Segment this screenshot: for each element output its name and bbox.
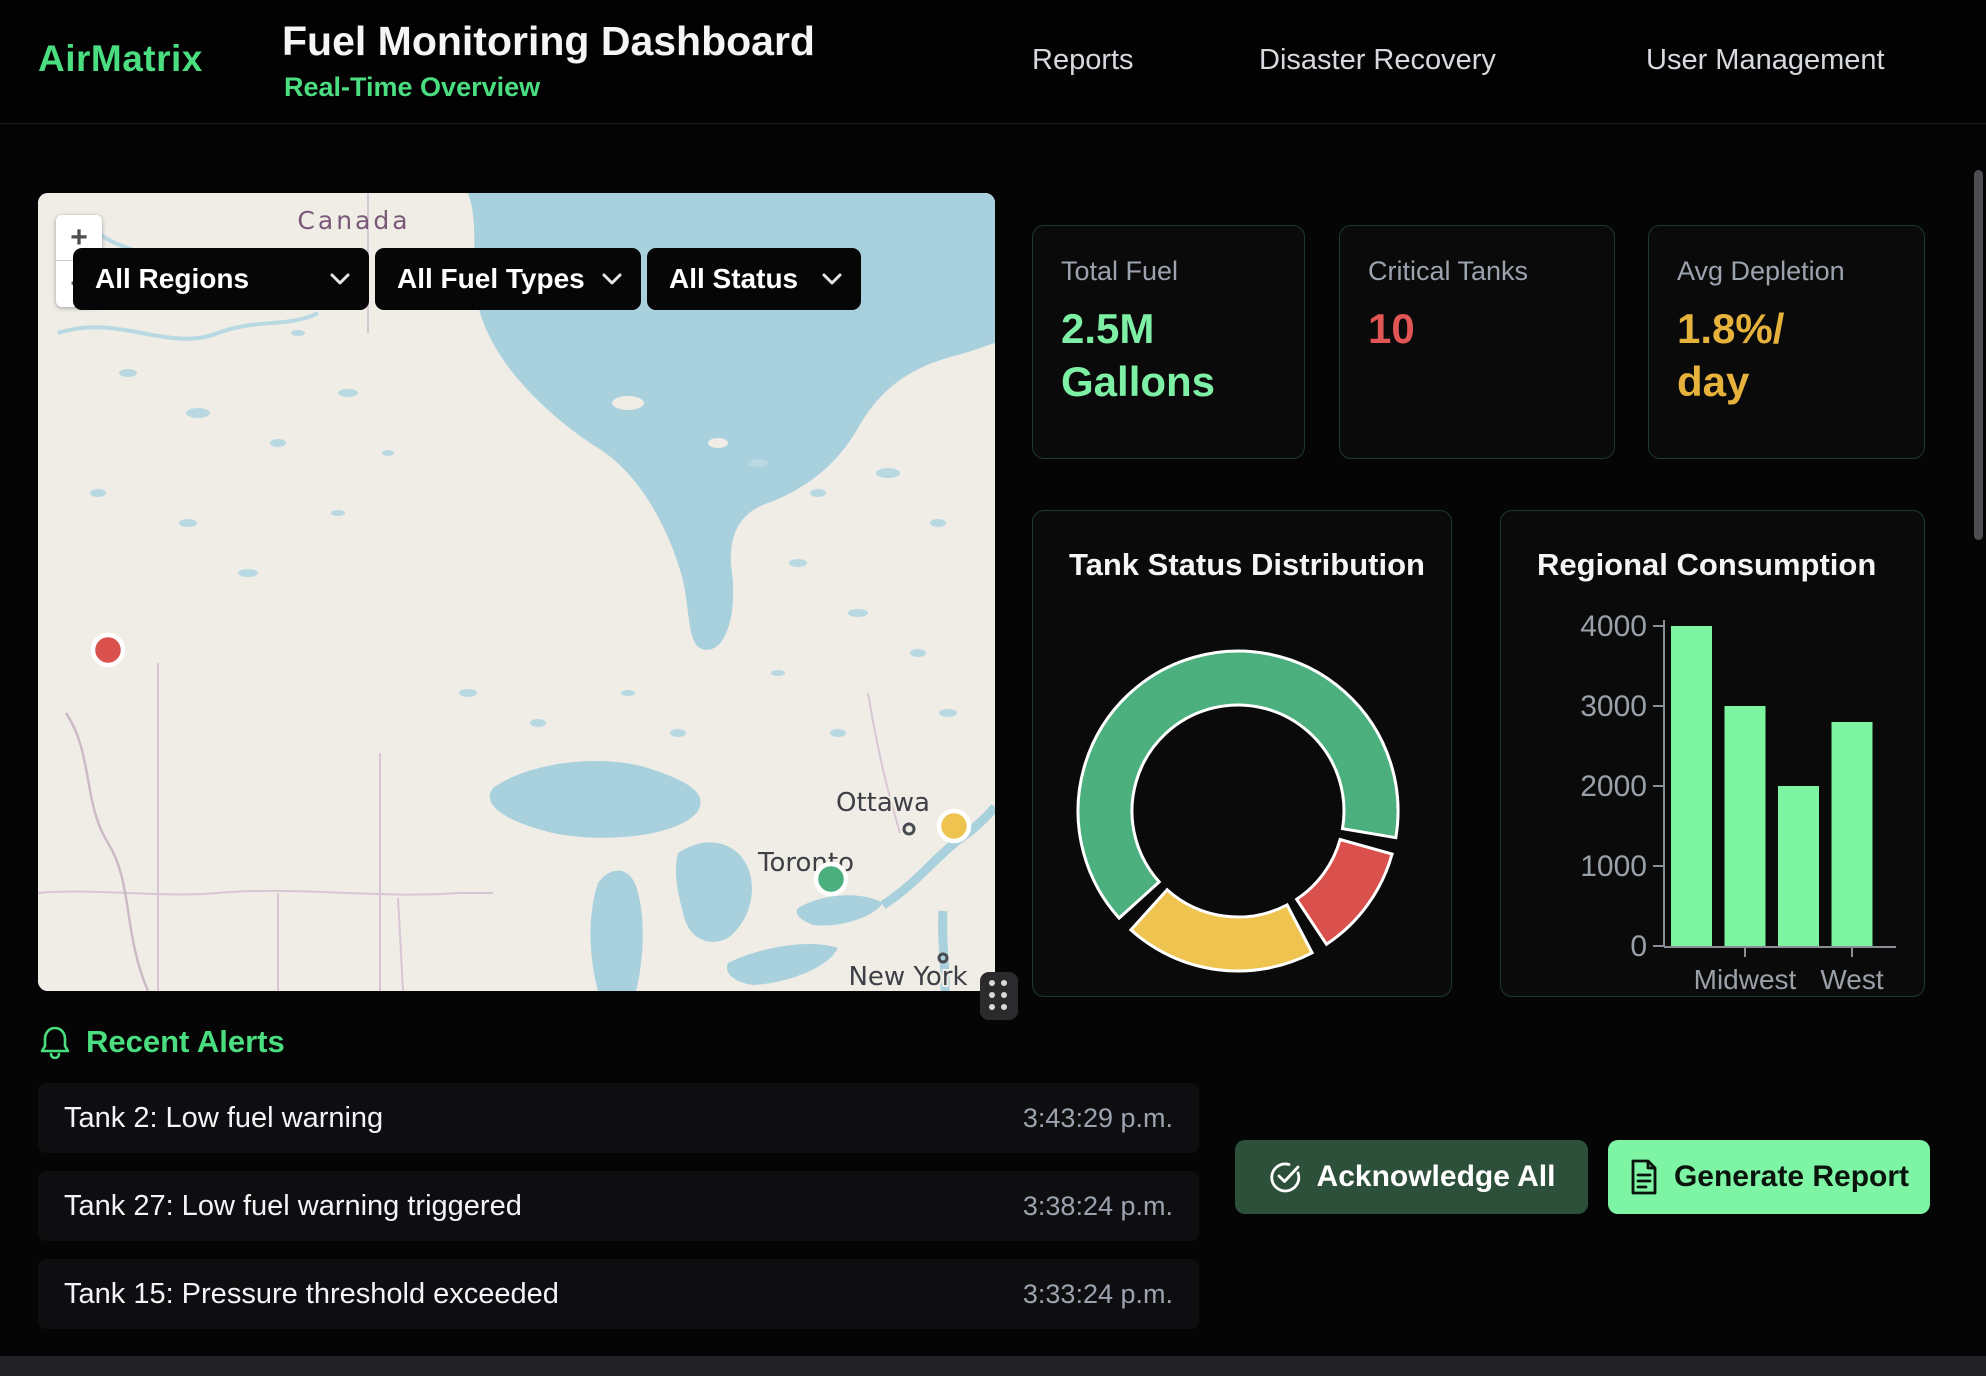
bar-3 [1832, 722, 1873, 946]
stat-label: Avg Depletion [1677, 256, 1896, 287]
report-document-icon [1629, 1159, 1659, 1195]
scrollbar-thumb[interactable] [1974, 170, 1983, 540]
svg-text:West: West [1820, 964, 1883, 995]
alert-message: Tank 2: Low fuel warning [64, 1102, 383, 1135]
alert-message: Tank 27: Low fuel warning triggered [64, 1190, 522, 1223]
map-label-ottawa: Ottawa [836, 788, 930, 818]
chevron-down-icon [601, 272, 623, 286]
generate-report-label: Generate Report [1674, 1160, 1909, 1194]
acknowledge-all-button[interactable]: Acknowledge All [1235, 1140, 1588, 1214]
chevron-down-icon [329, 272, 351, 286]
svg-text:Midwest: Midwest [1694, 964, 1797, 995]
map-filter-bar: All Regions All Fuel Types All Status [73, 248, 861, 310]
map-marker-critical[interactable] [93, 635, 123, 665]
stat-value-total-fuel: 2.5M Gallons [1061, 303, 1236, 408]
donut-segment-warning [1131, 890, 1312, 971]
nav-disaster-recovery[interactable]: Disaster Recovery [1259, 44, 1496, 77]
svg-text:1000: 1000 [1580, 850, 1647, 883]
bar-1 [1725, 706, 1766, 946]
stat-card-critical-tanks: Critical Tanks 10 [1339, 225, 1615, 459]
generate-report-button[interactable]: Generate Report [1608, 1140, 1930, 1214]
tank-status-card: Tank Status Distribution [1032, 510, 1452, 997]
svg-text:0: 0 [1630, 930, 1647, 963]
bottom-bar [0, 1356, 1986, 1376]
map-label-country: Canada [297, 206, 410, 235]
bar-0 [1671, 626, 1712, 946]
region-filter-select[interactable]: All Regions [73, 248, 369, 310]
alert-message: Tank 15: Pressure threshold exceeded [64, 1278, 559, 1311]
map-lake-michigan [591, 871, 643, 991]
map-marker-warning[interactable] [939, 811, 969, 841]
tank-status-donut-chart [1033, 511, 1453, 998]
stat-value-critical-tanks: 10 [1368, 303, 1543, 356]
map-island [612, 396, 644, 410]
check-circle-icon [1268, 1160, 1302, 1194]
map-panel[interactable]: Canada Ottawa Toronto New York + − All R… [38, 193, 995, 991]
stat-value-avg-depletion: 1.8%/ day [1677, 303, 1852, 408]
bell-icon [40, 1025, 70, 1059]
svg-text:2000: 2000 [1580, 770, 1647, 803]
recent-alerts-header: Recent Alerts [40, 1024, 285, 1060]
region-filter-value: All Regions [95, 263, 249, 295]
nav-user-management[interactable]: User Management [1646, 44, 1885, 77]
map-island [708, 438, 728, 448]
stat-card-total-fuel: Total Fuel 2.5M Gallons [1032, 225, 1305, 459]
regional-consumption-card: Regional Consumption 01000200030004000Mi… [1500, 510, 1925, 997]
acknowledge-all-label: Acknowledge All [1317, 1160, 1556, 1194]
alert-row[interactable]: Tank 2: Low fuel warning 3:43:29 p.m. [38, 1083, 1199, 1153]
svg-text:3000: 3000 [1580, 690, 1647, 723]
status-filter-select[interactable]: All Status [647, 248, 861, 310]
fuel-type-filter-value: All Fuel Types [397, 263, 585, 295]
donut-segment-critical [1297, 840, 1392, 945]
recent-alerts-title: Recent Alerts [86, 1024, 285, 1060]
stat-label: Total Fuel [1061, 256, 1276, 287]
header: AirMatrix Fuel Monitoring Dashboard Real… [0, 0, 1986, 124]
fuel-type-filter-select[interactable]: All Fuel Types [375, 248, 641, 310]
status-filter-value: All Status [669, 263, 798, 295]
regional-consumption-bar-chart: 0 1000 2000 3000 4000 Midwest West [1501, 511, 1926, 998]
stat-card-avg-depletion: Avg Depletion 1.8%/ day [1648, 225, 1925, 459]
page-subtitle: Real-Time Overview [284, 72, 540, 103]
svg-text:4000: 4000 [1580, 610, 1647, 643]
bar-2 [1778, 786, 1819, 946]
page-title: Fuel Monitoring Dashboard [282, 18, 815, 65]
alert-time: 3:33:24 p.m. [1023, 1279, 1173, 1310]
chevron-down-icon [821, 272, 843, 286]
dashboard-screen: AirMatrix Fuel Monitoring Dashboard Real… [0, 0, 1986, 1376]
alert-time: 3:38:24 p.m. [1023, 1191, 1173, 1222]
nav-reports[interactable]: Reports [1032, 44, 1134, 77]
alert-row[interactable]: Tank 27: Low fuel warning triggered 3:38… [38, 1171, 1199, 1241]
app-logo: AirMatrix [38, 38, 203, 80]
map-marker-normal[interactable] [816, 864, 846, 894]
alert-row[interactable]: Tank 15: Pressure threshold exceeded 3:3… [38, 1259, 1199, 1329]
map-label-new-york: New York [848, 962, 967, 991]
map-canvas[interactable]: Canada Ottawa Toronto New York [38, 193, 995, 991]
stat-label: Critical Tanks [1368, 256, 1586, 287]
map-resize-handle[interactable] [980, 972, 1018, 1020]
alert-time: 3:43:29 p.m. [1023, 1103, 1173, 1134]
